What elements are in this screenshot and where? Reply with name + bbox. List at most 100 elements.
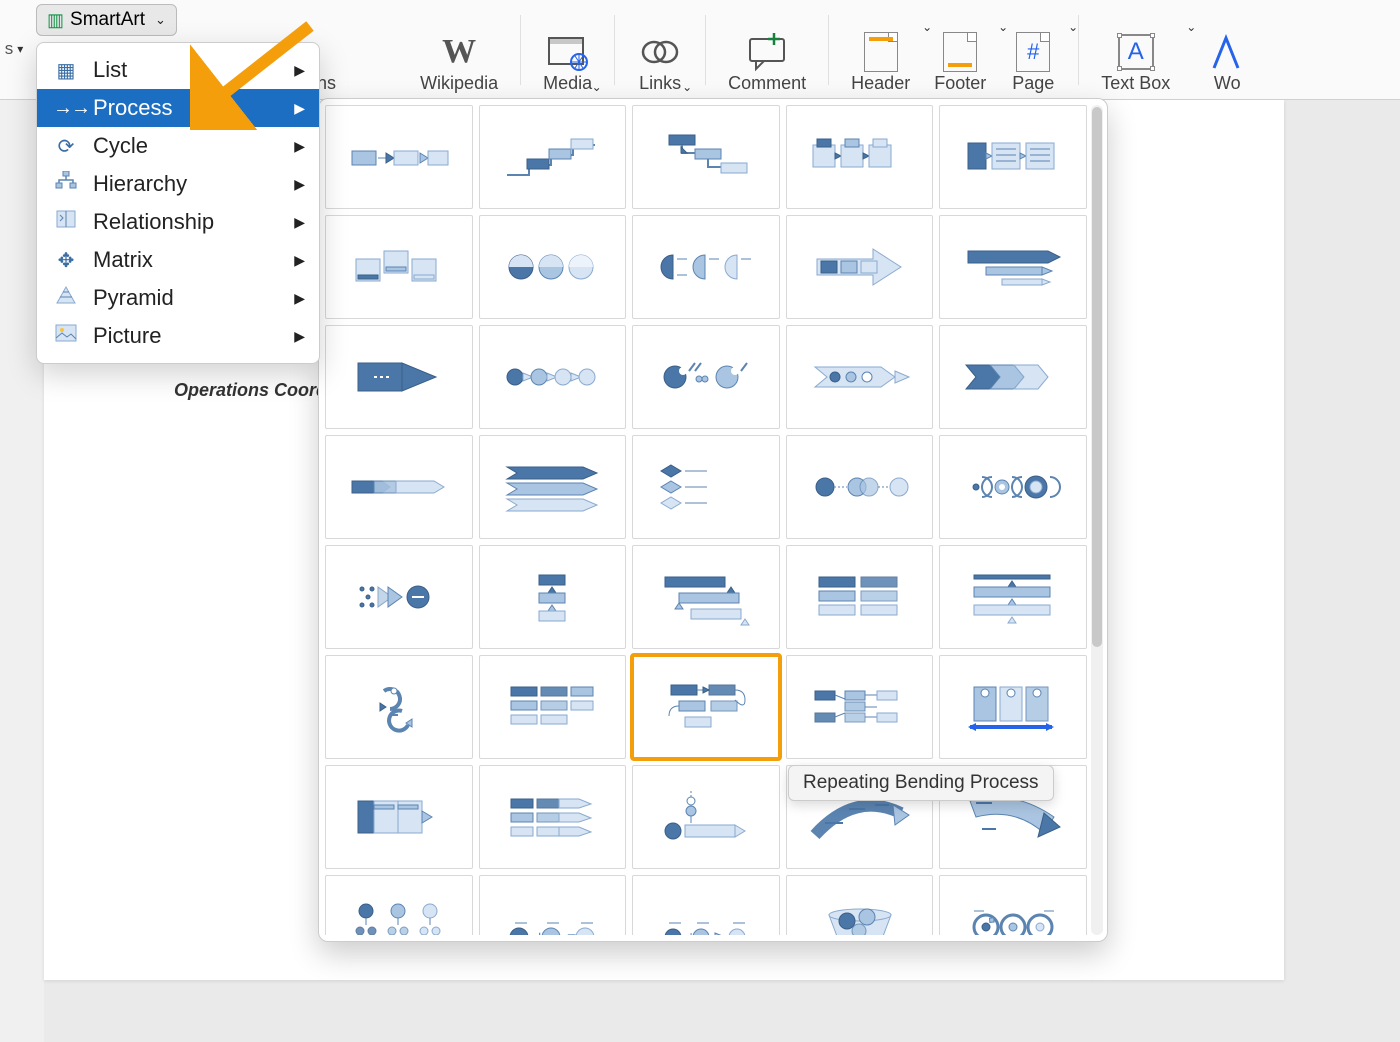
chevron-down-icon: ⌄ [1068, 20, 1078, 34]
menu-item-label: Process [93, 95, 303, 121]
gallery-item[interactable] [325, 545, 473, 649]
gallery-item[interactable] [479, 215, 627, 319]
gallery-item[interactable] [479, 765, 627, 869]
wikipedia-label: Wikipedia [420, 73, 498, 94]
gallery-item[interactable] [786, 875, 934, 935]
wikipedia-icon: W [442, 33, 476, 71]
gallery-item[interactable] [479, 545, 627, 649]
wordart-button-fragment[interactable]: Wo [1182, 2, 1262, 98]
menu-item-list[interactable]: ▦ List ▶ [37, 51, 319, 89]
smartart-button-label: SmartArt [70, 9, 145, 31]
comment-icon [744, 31, 790, 73]
gallery-item[interactable] [632, 105, 780, 209]
chevron-right-icon: ▶ [294, 176, 305, 193]
list-icon: ▦ [53, 58, 79, 83]
gallery-item[interactable] [939, 545, 1087, 649]
gallery-item[interactable] [939, 655, 1087, 759]
links-icon [637, 31, 683, 73]
gallery-item[interactable] [325, 105, 473, 209]
chevron-right-icon: ▶ [294, 290, 305, 307]
document-body-text: Operations Coord [174, 380, 327, 401]
menu-item-matrix[interactable]: ✥ Matrix ▶ [37, 241, 319, 279]
comment-button[interactable]: Comment [716, 2, 818, 98]
gallery-scrollbar[interactable] [1091, 105, 1103, 935]
gallery-item[interactable] [786, 545, 934, 649]
gallery-item[interactable] [786, 655, 934, 759]
chevron-down-icon: ⌄ [682, 80, 692, 94]
smartart-category-menu: ▦ List ▶ →→ Process ▶ ⟳ Cycle ▶ Hierarch… [36, 42, 320, 364]
gallery-item[interactable] [325, 765, 473, 869]
media-button[interactable]: Media ⌄ [531, 2, 604, 98]
ribbon-left-fragment: s▾ [0, 0, 28, 98]
menu-item-label: Pyramid [93, 285, 303, 311]
links-label: Links [639, 73, 681, 94]
footer-button[interactable]: Footer ⌄ [922, 2, 998, 98]
gallery-item[interactable] [632, 325, 780, 429]
gallery-item[interactable] [479, 435, 627, 539]
media-icon [545, 31, 591, 73]
gallery-item[interactable] [939, 875, 1087, 935]
cycle-icon: ⟳ [53, 134, 79, 159]
gallery-item[interactable] [939, 215, 1087, 319]
pyramid-icon [53, 285, 79, 311]
gallery-item[interactable] [325, 875, 473, 935]
gallery-item[interactable]: + [632, 875, 780, 935]
page-number-button[interactable]: # Page ⌄ [998, 2, 1068, 98]
chevron-right-icon: ▶ [294, 100, 305, 117]
header-icon [864, 32, 898, 72]
gallery-item[interactable] [325, 325, 473, 429]
gallery-item[interactable] [939, 435, 1087, 539]
gallery-item[interactable] [479, 325, 627, 429]
hierarchy-icon [53, 171, 79, 197]
gallery-item[interactable] [632, 545, 780, 649]
gallery-item[interactable] [325, 215, 473, 319]
smartart-button[interactable]: ▥ SmartArt ⌄ [36, 4, 177, 36]
menu-item-relationship[interactable]: Relationship ▶ [37, 203, 319, 241]
gallery-item[interactable] [632, 215, 780, 319]
chevron-down-icon: ⌄ [592, 80, 602, 94]
svg-text:=: = [567, 929, 576, 935]
relationship-icon [53, 209, 79, 235]
chevron-down-icon: ⌄ [1186, 20, 1196, 34]
gallery-item[interactable] [786, 105, 934, 209]
gallery-item[interactable] [632, 765, 780, 869]
gallery-item[interactable]: += [479, 875, 627, 935]
header-button[interactable]: Header ⌄ [839, 2, 922, 98]
gallery-tooltip: Repeating Bending Process [788, 765, 1054, 801]
gallery-item[interactable] [786, 435, 934, 539]
text-box-button[interactable]: A Text Box ⌄ [1089, 2, 1182, 98]
gallery-item[interactable] [786, 325, 934, 429]
gallery-item[interactable] [479, 105, 627, 209]
menu-item-picture[interactable]: Picture ▶ [37, 317, 319, 355]
menu-item-hierarchy[interactable]: Hierarchy ▶ [37, 165, 319, 203]
picture-icon [53, 324, 79, 348]
process-icon: →→ [53, 97, 79, 120]
gallery-item-highlighted[interactable] [632, 655, 780, 759]
gallery-item[interactable] [479, 655, 627, 759]
chevron-right-icon: ▶ [294, 62, 305, 79]
wordart-label-fragment: Wo [1214, 73, 1241, 94]
matrix-icon: ✥ [53, 248, 79, 273]
gallery-item[interactable] [939, 325, 1087, 429]
gallery-item[interactable] [939, 105, 1087, 209]
wikipedia-button[interactable]: W Wikipedia [408, 2, 510, 98]
text-box-label: Text Box [1101, 73, 1170, 94]
media-label: Media [543, 73, 592, 94]
scrollbar-thumb[interactable] [1092, 107, 1102, 647]
smartart-gallery: += + [318, 98, 1108, 942]
menu-item-process[interactable]: →→ Process ▶ [37, 89, 319, 127]
menu-item-pyramid[interactable]: Pyramid ▶ [37, 279, 319, 317]
chevron-right-icon: ▶ [294, 138, 305, 155]
menu-item-cycle[interactable]: ⟳ Cycle ▶ [37, 127, 319, 165]
gallery-item[interactable] [786, 215, 934, 319]
menu-item-label: List [93, 57, 303, 83]
wordart-icon [1204, 31, 1250, 73]
gallery-item[interactable] [325, 435, 473, 539]
links-button[interactable]: Links ⌄ [625, 2, 695, 98]
chevron-down-icon: ⌄ [155, 12, 166, 28]
menu-item-label: Hierarchy [93, 171, 303, 197]
page-number-label: Page [1012, 73, 1054, 94]
chevron-right-icon: ▶ [294, 252, 305, 269]
gallery-item[interactable] [632, 435, 780, 539]
gallery-item[interactable] [325, 655, 473, 759]
